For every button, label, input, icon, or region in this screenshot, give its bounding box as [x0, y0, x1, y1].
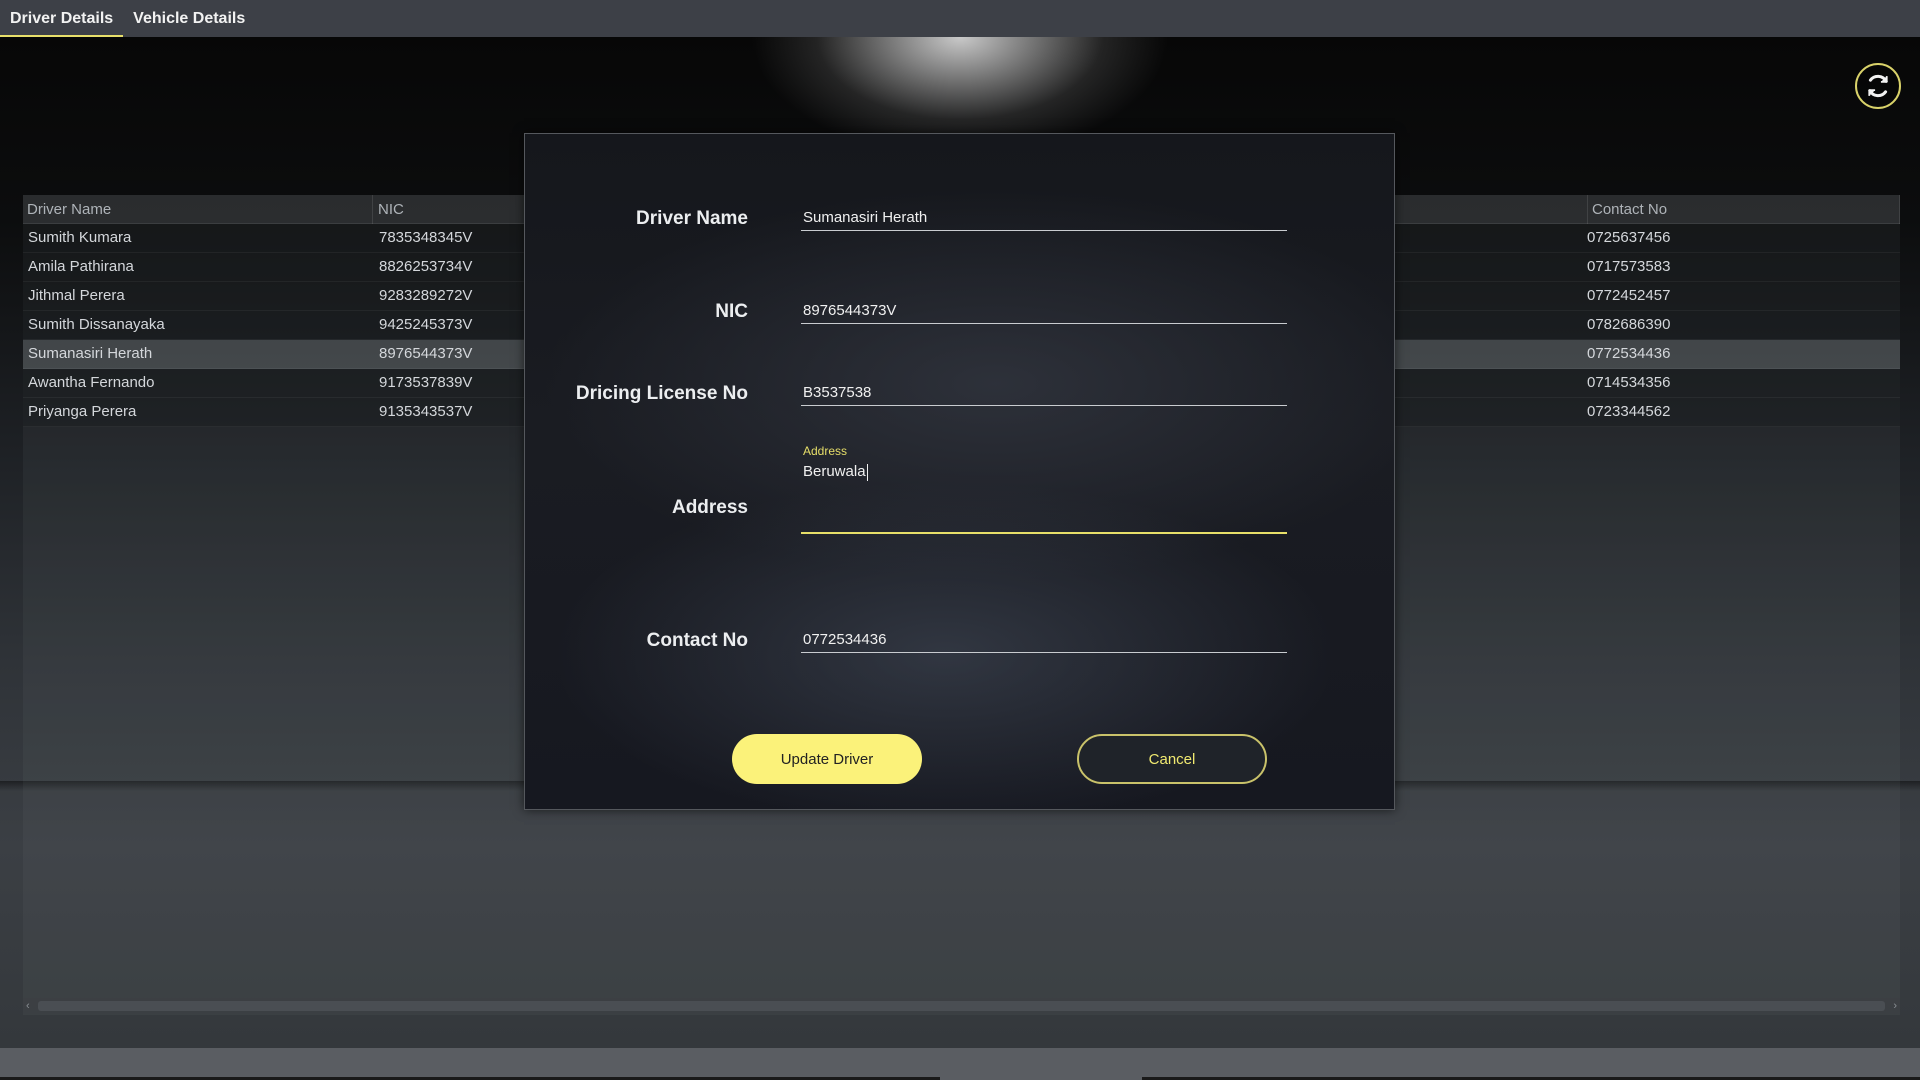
address-label: Address — [671, 497, 748, 518]
cell-driver-name: Jithmal Perera — [28, 287, 125, 304]
cell-driver-name: Priyanga Perera — [28, 403, 137, 420]
cell-driver-name: Sumith Kumara — [28, 229, 132, 246]
scroll-right-icon[interactable]: › — [1893, 998, 1897, 1014]
cell-nic: 9425245373V — [379, 316, 473, 333]
license-label: Dricing License No — [575, 383, 748, 404]
cell-nic: 7835348345V — [379, 229, 473, 246]
cancel-button[interactable]: Cancel — [1077, 734, 1267, 784]
driver-name-field[interactable]: Sumanasiri Herath — [801, 206, 1287, 231]
address-floating-label: Address — [803, 444, 848, 458]
cell-contact-no: 0714534356 — [1587, 374, 1671, 391]
cell-driver-name: Amila Pathirana — [28, 258, 134, 275]
cell-nic: 9283289272V — [379, 287, 473, 304]
cell-contact-no: 0772452457 — [1587, 287, 1671, 304]
cell-nic: 8976544373V — [379, 345, 473, 362]
cell-contact-no: 0772534436 — [1587, 345, 1671, 362]
cell-nic: 9173537839V — [379, 374, 473, 391]
contact-value: 0772534436 — [803, 631, 887, 648]
contact-field[interactable]: 0772534436 — [801, 628, 1287, 653]
address-field[interactable]: Address Beruwala — [801, 442, 1287, 534]
cell-nic: 9135343537V — [379, 403, 473, 420]
update-driver-button[interactable]: Update Driver — [732, 734, 922, 784]
license-field[interactable]: B3537538 — [801, 381, 1287, 406]
update-driver-dialog: Driver Name Sumanasiri Herath NIC 897654… — [524, 133, 1395, 810]
cell-contact-no: 0725637456 — [1587, 229, 1671, 246]
cell-driver-name: Awantha Fernando — [28, 374, 155, 391]
tab-vehicle-details[interactable]: Vehicle Details — [123, 0, 255, 37]
horizontal-scrollbar[interactable]: ‹ › — [23, 998, 1900, 1014]
driver-name-value: Sumanasiri Herath — [803, 209, 928, 226]
scrollbar-thumb[interactable] — [38, 1001, 1885, 1011]
tab-driver-details[interactable]: Driver Details — [0, 0, 124, 37]
cell-driver-name: Sumith Dissanayaka — [28, 316, 165, 333]
refresh-icon — [1868, 74, 1888, 98]
column-header-contact-no[interactable]: Contact No — [1587, 195, 1900, 224]
scroll-left-icon[interactable]: ‹ — [26, 998, 30, 1014]
cell-nic: 8826253734V — [379, 258, 473, 275]
nic-label: NIC — [715, 301, 748, 322]
cell-contact-no: 0717573583 — [1587, 258, 1671, 275]
cell-contact-no: 0782686390 — [1587, 316, 1671, 333]
column-header-driver-name[interactable]: Driver Name — [23, 195, 373, 224]
refresh-button[interactable] — [1855, 63, 1901, 109]
cell-contact-no: 0723344562 — [1587, 403, 1671, 420]
nic-field[interactable]: 8976544373V — [801, 299, 1287, 324]
text-caret — [866, 463, 868, 481]
cell-driver-name: Sumanasiri Herath — [28, 345, 153, 362]
address-value: Beruwala — [803, 463, 866, 480]
contact-label: Contact No — [646, 630, 748, 651]
license-value: B3537538 — [803, 384, 872, 401]
driver-name-label: Driver Name — [636, 208, 748, 229]
tab-bar: Driver Details Vehicle Details — [0, 0, 1920, 37]
bottom-bar — [0, 1048, 1920, 1080]
nic-value: 8976544373V — [803, 302, 897, 319]
